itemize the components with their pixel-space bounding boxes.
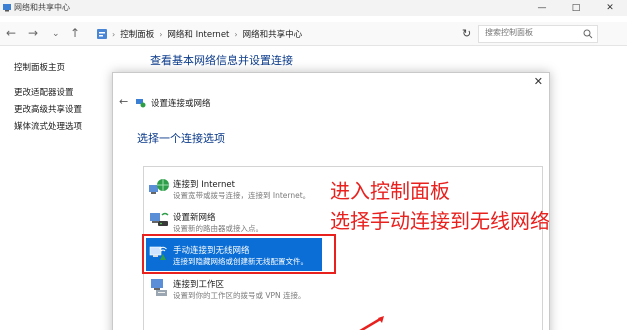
option-description: 设置到你的工作区的拨号或 VPN 连接。 [173,291,306,300]
address-bar: ← → ⌄ ↑ › 控制面板 › 网络和 Internet › 网络和共享中心 … [0,22,627,46]
maximize-button[interactable]: □ [559,0,593,16]
window-controls: — □ ✕ [525,0,627,16]
window-title: 网络和共享中心 [14,3,70,12]
globe-network-icon [149,179,169,194]
nav-control-panel-home[interactable]: 控制面板主页 [14,60,82,77]
annotation-line-1: 进入控制面板 [330,179,450,203]
nav-change-advanced-sharing[interactable]: 更改高级共享设置 [14,102,82,119]
option-title: 设置新网络 [173,213,216,223]
search-input[interactable] [485,28,585,37]
option-title: 连接到 Internet [173,180,235,190]
breadcrumb: › 控制面板 › 网络和 Internet › 网络和共享中心 [112,28,303,41]
highlight-box [142,234,336,274]
page-heading: 查看基本网络信息并设置连接 [150,54,293,67]
left-nav: 控制面板主页 更改适配器设置 更改高级共享设置 媒体流式处理选项 [14,60,82,136]
nav-change-adapter-settings[interactable]: 更改适配器设置 [14,85,82,102]
dialog-prompt: 选择一个连接选项 [137,132,225,145]
close-window-button[interactable]: ✕ [593,0,627,16]
workplace-icon [151,279,167,296]
option-description: 设置宽带或拨号连接，连接到 Internet。 [173,191,311,200]
control-panel-icon [97,29,107,39]
back-arrow-icon[interactable]: ← [6,26,16,40]
search-icon [583,29,593,39]
breadcrumb-network-center[interactable]: 网络和共享中心 [243,28,303,40]
router-icon [150,212,169,226]
annotation-line-2: 选择手动连接到无线网络 [330,209,550,233]
option-title: 连接到工作区 [173,280,225,290]
breadcrumb-network-internet[interactable]: 网络和 Internet [167,28,229,40]
search-field[interactable] [478,25,598,43]
dialog-back-arrow-icon[interactable]: ← [119,95,128,108]
refresh-icon[interactable]: ↻ [462,27,471,40]
dialog-title: 设置连接或网络 [151,99,211,109]
recent-chevron-icon[interactable]: ⌄ [52,29,60,39]
nav-media-streaming[interactable]: 媒体流式处理选项 [14,119,82,136]
minimize-button[interactable]: — [525,0,559,16]
window-titlebar: 网络和共享中心 — □ ✕ [0,0,627,16]
network-center-icon [3,4,11,12]
up-arrow-icon[interactable]: ↑ [70,26,80,40]
dialog-close-button[interactable]: ✕ [534,75,543,88]
setup-network-icon [136,99,146,108]
forward-arrow-icon[interactable]: → [28,26,38,40]
option-description: 设置新的路由器或接入点。 [173,224,263,233]
address-field[interactable]: › 控制面板 › 网络和 Internet › 网络和共享中心 [94,25,456,43]
breadcrumb-control-panel[interactable]: 控制面板 [120,28,154,40]
